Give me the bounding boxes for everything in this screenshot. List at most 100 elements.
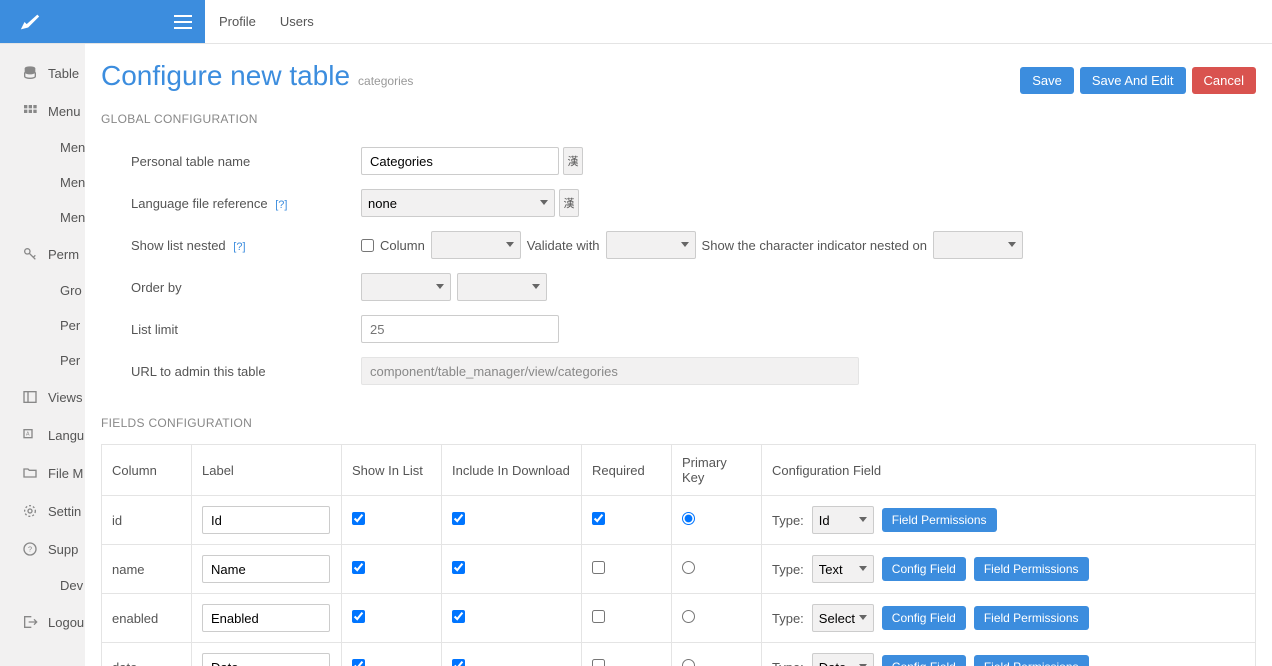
order-by-direction-select[interactable] bbox=[457, 273, 547, 301]
config-field-button[interactable]: Config Field bbox=[882, 606, 966, 630]
show-nested-checkbox[interactable] bbox=[361, 239, 374, 252]
nested-column-select[interactable] bbox=[431, 231, 521, 259]
sidebar-item-settings[interactable]: Settin bbox=[0, 492, 85, 530]
show-nested-label: Show list nested [?] bbox=[131, 238, 361, 253]
primary-key-radio[interactable] bbox=[682, 512, 695, 525]
topmenu-users[interactable]: Users bbox=[280, 14, 314, 29]
translate-button[interactable]: 漢 bbox=[559, 189, 579, 217]
show-in-list-checkbox[interactable] bbox=[352, 561, 365, 574]
list-limit-input[interactable] bbox=[361, 315, 559, 343]
menu-icon bbox=[174, 15, 192, 29]
show-in-list-checkbox[interactable] bbox=[352, 659, 365, 666]
table-row: enabledType:SelectConfig FieldField Perm… bbox=[102, 594, 1256, 643]
cancel-button[interactable]: Cancel bbox=[1192, 67, 1256, 94]
label-input[interactable] bbox=[202, 506, 330, 534]
table-row: name Type: Text Config Field Field Permissio… bbox=[102, 545, 1256, 594]
th-config: Configuration Field bbox=[762, 445, 1256, 496]
required-checkbox[interactable] bbox=[592, 561, 605, 574]
cell-column: name bbox=[102, 545, 192, 594]
config-field-button[interactable]: Config Field bbox=[882, 655, 966, 666]
type-label: Type: bbox=[772, 562, 804, 577]
cell-column: date bbox=[102, 643, 192, 666]
type-select[interactable]: Date bbox=[812, 653, 874, 666]
top-menu: Profile Users bbox=[205, 0, 314, 43]
sidebar-toggle[interactable] bbox=[160, 0, 205, 44]
primary-key-radio[interactable] bbox=[682, 610, 695, 623]
required-checkbox[interactable] bbox=[592, 610, 605, 623]
include-download-checkbox[interactable] bbox=[452, 512, 465, 525]
sidebar-child[interactable]: Per bbox=[0, 343, 85, 378]
sidebar-item-langu[interactable]: A Langu bbox=[0, 416, 85, 454]
sidebar-item-file[interactable]: File M bbox=[0, 454, 85, 492]
sidebar-item-table[interactable]: Table bbox=[0, 54, 85, 92]
url-admin-label: URL to admin this table bbox=[131, 364, 361, 379]
primary-key-radio[interactable] bbox=[682, 659, 695, 666]
database-icon bbox=[22, 64, 40, 82]
gear-icon bbox=[22, 502, 40, 520]
bird-icon bbox=[19, 11, 41, 33]
language-icon: A bbox=[22, 426, 40, 444]
type-label: Type: bbox=[772, 513, 804, 528]
validate-with-label: Validate with bbox=[527, 238, 600, 253]
nested-on-select[interactable] bbox=[933, 231, 1023, 259]
column-label: Column bbox=[380, 238, 425, 253]
help-icon[interactable]: [?] bbox=[233, 241, 245, 253]
type-select[interactable]: Id bbox=[812, 506, 874, 534]
type-select[interactable]: Text bbox=[812, 555, 874, 583]
field-permissions-button[interactable]: Field Permissions bbox=[974, 606, 1089, 630]
include-download-checkbox[interactable] bbox=[452, 659, 465, 666]
topmenu-profile[interactable]: Profile bbox=[219, 14, 256, 29]
field-permissions-button[interactable]: Field Permissions bbox=[974, 557, 1089, 581]
include-download-checkbox[interactable] bbox=[452, 561, 465, 574]
primary-key-radio[interactable] bbox=[682, 561, 695, 574]
field-permissions-button[interactable]: Field Permissions bbox=[882, 508, 997, 532]
sidebar-item-label: Table bbox=[48, 66, 79, 81]
sidebar-child[interactable]: Men bbox=[0, 165, 85, 200]
personal-table-name-input[interactable] bbox=[361, 147, 559, 175]
show-in-list-checkbox[interactable] bbox=[352, 512, 365, 525]
url-admin-input bbox=[361, 357, 859, 385]
global-config-heading: GLOBAL CONFIGURATION bbox=[101, 112, 1256, 126]
sidebar-child[interactable]: Dev bbox=[0, 568, 85, 603]
field-permissions-button[interactable]: Field Permissions bbox=[974, 655, 1089, 666]
type-select[interactable]: Select bbox=[812, 604, 874, 632]
validate-with-select[interactable] bbox=[606, 231, 696, 259]
sidebar-child[interactable]: Men bbox=[0, 200, 85, 235]
list-limit-label: List limit bbox=[131, 322, 361, 337]
sidebar-item-views[interactable]: Views bbox=[0, 378, 85, 416]
save-button[interactable]: Save bbox=[1020, 67, 1074, 94]
sidebar-item-label: Supp bbox=[48, 542, 78, 557]
required-checkbox[interactable] bbox=[592, 659, 605, 666]
translate-button[interactable]: 漢 bbox=[563, 147, 583, 175]
include-download-checkbox[interactable] bbox=[452, 610, 465, 623]
help-icon[interactable]: [?] bbox=[275, 199, 287, 211]
page-subtitle: categories bbox=[358, 74, 413, 88]
svg-text:A: A bbox=[26, 432, 30, 438]
save-and-edit-button[interactable]: Save And Edit bbox=[1080, 67, 1186, 94]
required-checkbox[interactable] bbox=[592, 512, 605, 525]
sidebar-item-label: Logou bbox=[48, 615, 84, 630]
sidebar-item-logout[interactable]: Logou bbox=[0, 603, 85, 641]
order-by-column-select[interactable] bbox=[361, 273, 451, 301]
sidebar-item-menu[interactable]: Menu bbox=[0, 92, 85, 130]
th-required: Required bbox=[582, 445, 672, 496]
type-label: Type: bbox=[772, 660, 804, 666]
header-actions: Save Save And Edit Cancel bbox=[1020, 67, 1256, 94]
sidebar-child[interactable]: Men bbox=[0, 130, 85, 165]
logout-icon bbox=[22, 613, 40, 631]
th-primary: Primary Key bbox=[672, 445, 762, 496]
sidebar-item-support[interactable]: ? Supp bbox=[0, 530, 85, 568]
show-in-list-checkbox[interactable] bbox=[352, 610, 365, 623]
lang-file-select[interactable]: none bbox=[361, 189, 555, 217]
label-input[interactable] bbox=[202, 653, 330, 666]
logo bbox=[0, 0, 60, 44]
label-input[interactable] bbox=[202, 604, 330, 632]
columns-icon bbox=[22, 388, 40, 406]
label-input[interactable] bbox=[202, 555, 330, 583]
sidebar-item-perm[interactable]: Perm bbox=[0, 235, 85, 273]
th-label: Label bbox=[192, 445, 342, 496]
sidebar-child[interactable]: Gro bbox=[0, 273, 85, 308]
config-field-button[interactable]: Config Field bbox=[882, 557, 966, 581]
fields-config-heading: FIELDS CONFIGURATION bbox=[101, 416, 1256, 430]
sidebar-child[interactable]: Per bbox=[0, 308, 85, 343]
